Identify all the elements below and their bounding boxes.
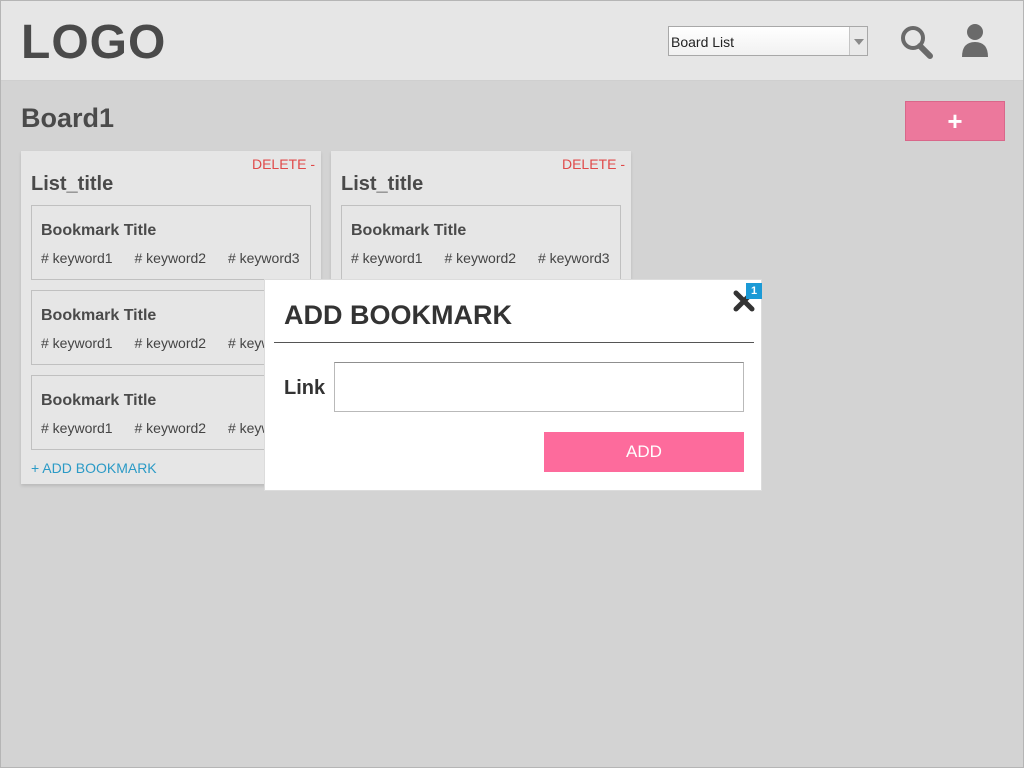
add-bookmark-link[interactable]: + ADD BOOKMARK xyxy=(31,460,157,476)
list-column: DELETE - List_title Bookmark Title # key… xyxy=(331,151,631,281)
link-input[interactable] xyxy=(334,362,744,412)
keyword-tag[interactable]: # keyword1 xyxy=(351,250,423,266)
add-bookmark-modal: ADD BOOKMARK 1 Link ADD xyxy=(264,279,762,491)
bookmark-title: Bookmark Title xyxy=(41,392,157,409)
keyword-tag[interactable]: # keyword1 xyxy=(41,335,113,351)
add-button[interactable]: ADD xyxy=(544,432,744,472)
keyword-tag[interactable]: # keyword1 xyxy=(41,420,113,436)
keyword-tag[interactable]: # keyword1 xyxy=(41,250,113,266)
divider xyxy=(274,342,754,343)
bookmark-title: Bookmark Title xyxy=(41,307,157,324)
keyword-list: # keyword1 # keyword2 # keyword3 xyxy=(41,250,310,266)
board-list-select[interactable]: Board List xyxy=(668,26,868,56)
keyword-tag[interactable]: # keyword2 xyxy=(134,250,206,266)
app-frame: LOGO Board List Board1 + DELETE - List_t… xyxy=(0,0,1024,768)
board-title: Board1 xyxy=(21,103,115,133)
list-title: List_title xyxy=(341,173,424,195)
header: LOGO Board List xyxy=(1,1,1023,81)
board-select-value: Board List xyxy=(671,34,735,50)
search-icon[interactable] xyxy=(898,21,934,61)
bookmark-card[interactable]: Bookmark Title # keyword1 # keyword2 # k… xyxy=(341,205,621,280)
delete-list-button[interactable]: DELETE - xyxy=(252,156,315,172)
logo: LOGO xyxy=(21,16,167,69)
delete-list-button[interactable]: DELETE - xyxy=(562,156,625,172)
bookmark-title: Bookmark Title xyxy=(41,222,157,239)
link-label: Link xyxy=(284,377,326,399)
notification-badge: 1 xyxy=(746,283,762,299)
list-title: List_title xyxy=(31,173,114,195)
keyword-tag[interactable]: # keyword2 xyxy=(134,420,206,436)
keyword-tag[interactable]: # keyword2 xyxy=(134,335,206,351)
keyword-tag[interactable]: # keyword3 xyxy=(228,250,300,266)
keyword-tag[interactable]: # keyword2 xyxy=(444,250,516,266)
modal-title: ADD BOOKMARK xyxy=(284,300,512,330)
bookmark-title: Bookmark Title xyxy=(351,222,467,239)
chevron-down-icon[interactable] xyxy=(849,27,867,55)
add-list-button[interactable]: + xyxy=(905,101,1005,141)
bookmark-card[interactable]: Bookmark Title # keyword1 # keyword2 # k… xyxy=(31,205,311,280)
keyword-tag[interactable]: # keyword3 xyxy=(538,250,610,266)
user-icon[interactable] xyxy=(957,21,993,61)
keyword-list: # keyword1 # keyword2 # keyword3 xyxy=(351,250,620,266)
